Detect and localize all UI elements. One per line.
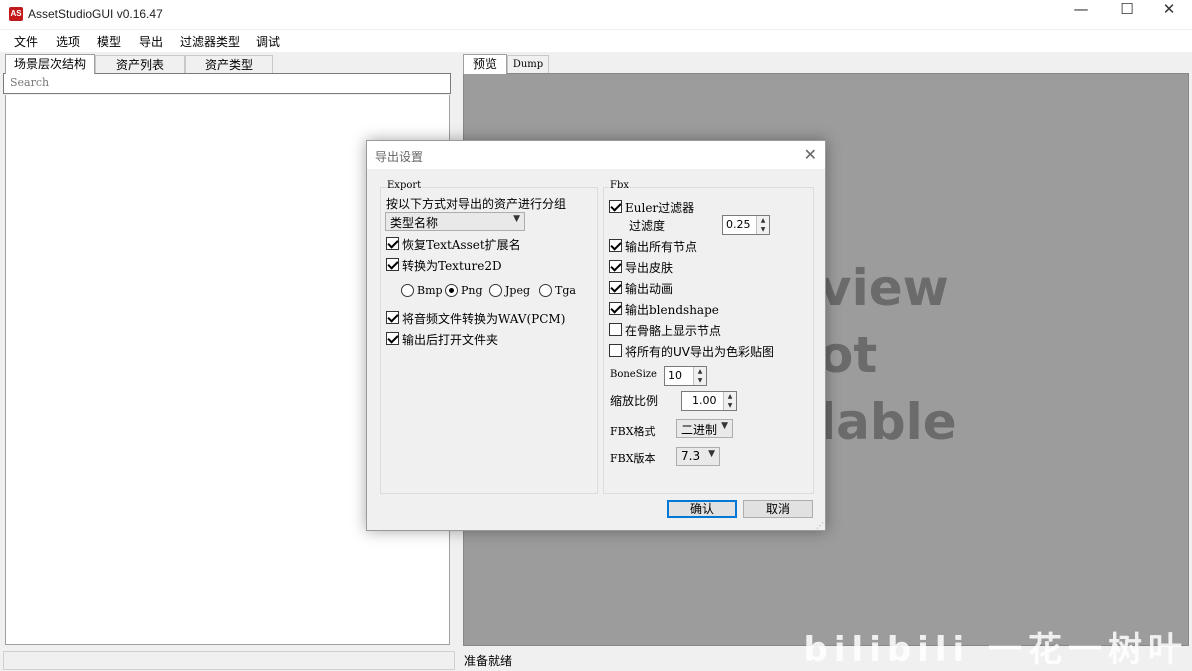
app-icon: AS (9, 7, 23, 21)
tab-asset-list[interactable]: 资产列表 (95, 55, 185, 74)
scale-factor-label: 缩放比例 (610, 394, 659, 408)
format-radio-tga[interactable] (539, 284, 552, 297)
convert-texture2d-label: 转换为Texture2D (402, 259, 502, 273)
menu-model[interactable]: 模型 (97, 33, 121, 50)
euler-filter-label: Euler过滤器 (625, 201, 695, 215)
menu-bar: 文件 选项 模型 导出 过滤器类型 调试 (0, 30, 1192, 52)
menu-debug[interactable]: 调试 (256, 33, 280, 50)
format-radio-png[interactable] (445, 284, 458, 297)
menu-export[interactable]: 导出 (139, 33, 163, 50)
export-blendshape-label: 输出blendshape (625, 303, 719, 317)
display-bone-nodes-checkbox[interactable] (609, 323, 622, 336)
format-radio-bmp[interactable] (401, 284, 414, 297)
format-label-tga: Tga (555, 284, 576, 297)
title-bar: AS AssetStudioGUI v0.16.47 — ☐ ✕ (0, 0, 1192, 30)
menu-filter-type[interactable]: 过滤器类型 (180, 33, 240, 50)
restore-textasset-label: 恢复TextAsset扩展名 (402, 238, 521, 252)
open-folder-label: 输出后打开文件夹 (402, 333, 499, 347)
left-progress-bar (3, 651, 455, 670)
bone-size-value: 10 (668, 369, 682, 382)
convert-audio-label: 将音频文件转换为WAV(PCM) (402, 312, 566, 326)
restore-textasset-checkbox[interactable] (386, 237, 399, 250)
spin-up-icon[interactable]: ▲ (724, 392, 736, 401)
tab-preview[interactable]: 预览 (463, 54, 507, 74)
export-group: Export 按以下方式对导出的资产进行分组 类型名称 ▼ 恢复TextAsse… (380, 180, 598, 494)
fbx-format-label: FBX格式 (610, 425, 656, 438)
spin-down-icon[interactable]: ▼ (757, 225, 769, 234)
cancel-button[interactable]: 取消 (743, 500, 813, 518)
ok-button[interactable]: 确认 (667, 500, 737, 518)
fbx-format-value: 二进制 (681, 423, 718, 437)
format-label-png: Png (461, 284, 483, 297)
convert-texture2d-checkbox[interactable] (386, 258, 399, 271)
preview-placeholder-line: view (819, 259, 949, 317)
watermark-logo: bilibili 一花一树叶 (803, 630, 1188, 670)
scale-factor-stepper[interactable]: ▲ ▼ (723, 392, 736, 410)
search-input[interactable]: Search (3, 73, 451, 94)
spin-up-icon[interactable]: ▲ (757, 216, 769, 225)
spin-up-icon[interactable]: ▲ (694, 367, 706, 376)
export-animations-label: 输出动画 (625, 282, 674, 296)
export-animations-checkbox[interactable] (609, 281, 622, 294)
fbx-group: Fbx Euler过滤器 过滤度 0.25 ▲ ▼ 输出所有节点 导出皮肤 输出动… (603, 180, 814, 494)
export-skins-checkbox[interactable] (609, 260, 622, 273)
minimize-button[interactable]: — (1058, 0, 1104, 30)
menu-options[interactable]: 选项 (56, 33, 80, 50)
chevron-down-icon: ▼ (721, 421, 728, 431)
export-uv-checkbox[interactable] (609, 344, 622, 357)
resize-grip-icon[interactable]: ⋰ (816, 521, 824, 530)
format-label-bmp: Bmp (417, 284, 443, 297)
filter-precision-input[interactable]: 0.25 ▲ ▼ (722, 215, 770, 235)
convert-audio-checkbox[interactable] (386, 311, 399, 324)
export-blendshape-checkbox[interactable] (609, 302, 622, 315)
export-all-nodes-label: 输出所有节点 (625, 240, 698, 254)
spin-down-icon[interactable]: ▼ (724, 401, 736, 410)
close-button[interactable]: ✕ (1146, 0, 1192, 30)
format-radio-jpeg[interactable] (489, 284, 502, 297)
spin-down-icon[interactable]: ▼ (694, 376, 706, 385)
display-bone-nodes-label: 在骨骼上显示节点 (625, 324, 722, 338)
fbx-version-label: FBX版本 (610, 452, 656, 465)
export-group-label: Export (386, 180, 423, 191)
format-label-jpeg: Jpeg (505, 284, 531, 297)
bone-size-label: BoneSize (610, 369, 657, 380)
fbx-version-value: 7.3 (681, 449, 701, 463)
export-uv-label: 将所有的UV导出为色彩贴图 (625, 345, 774, 359)
open-folder-checkbox[interactable] (386, 332, 399, 345)
maximize-button[interactable]: ☐ (1104, 0, 1150, 30)
chevron-down-icon: ▼ (708, 449, 715, 459)
export-settings-dialog: 导出设置 ✕ Export 按以下方式对导出的资产进行分组 类型名称 ▼ 恢复T… (366, 140, 826, 531)
filter-precision-value: 0.25 (726, 218, 751, 231)
fbx-group-label: Fbx (609, 180, 630, 191)
dialog-title: 导出设置 (375, 150, 424, 164)
dialog-title-bar: 导出设置 ✕ (367, 141, 825, 169)
fbx-version-select[interactable]: 7.3 ▼ (676, 447, 720, 466)
scale-factor-input[interactable]: 1.00 ▲ ▼ (681, 391, 737, 411)
dialog-close-icon[interactable]: ✕ (804, 145, 817, 164)
tab-asset-types[interactable]: 资产类型 (185, 55, 273, 74)
filter-precision-stepper[interactable]: ▲ ▼ (756, 216, 769, 234)
bone-size-stepper[interactable]: ▲ ▼ (693, 367, 706, 385)
export-skins-label: 导出皮肤 (625, 261, 674, 275)
bone-size-input[interactable]: 10 ▲ ▼ (664, 366, 707, 386)
group-by-label: 按以下方式对导出的资产进行分组 (386, 197, 567, 211)
export-all-nodes-checkbox[interactable] (609, 239, 622, 252)
chevron-down-icon: ▼ (513, 214, 520, 224)
window-title: AssetStudioGUI v0.16.47 (28, 7, 163, 21)
euler-filter-checkbox[interactable] (609, 200, 622, 213)
tab-scene-hierarchy[interactable]: 场景层次结构 (5, 54, 95, 74)
status-text: 准备就绪 (464, 654, 513, 668)
group-by-value: 类型名称 (390, 216, 439, 230)
fbx-format-select[interactable]: 二进制 ▼ (676, 419, 733, 438)
preview-placeholder-line: lable (819, 393, 957, 451)
filter-precision-label: 过滤度 (629, 219, 666, 233)
preview-placeholder-line: ot (819, 326, 878, 384)
group-by-select[interactable]: 类型名称 ▼ (385, 212, 525, 231)
scale-factor-value: 1.00 (692, 394, 717, 407)
tab-dump[interactable]: Dump (507, 55, 549, 74)
menu-file[interactable]: 文件 (14, 33, 38, 50)
